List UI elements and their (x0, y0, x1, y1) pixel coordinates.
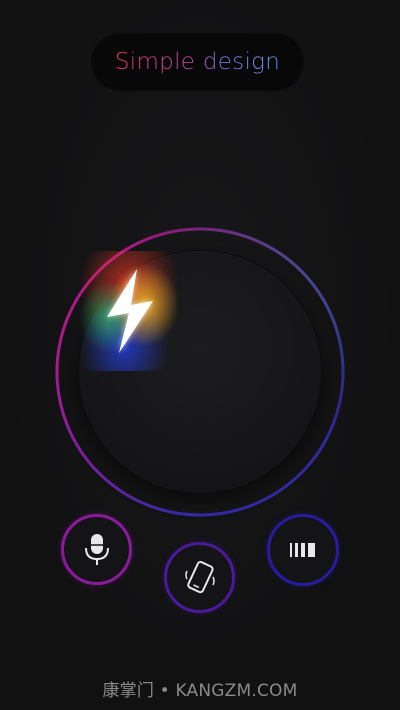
lightning-bolt-icon (79, 251, 179, 371)
strobe-bars-icon (290, 543, 315, 557)
microphone-button[interactable] (61, 514, 132, 585)
microphone-icon (84, 533, 109, 565)
flashlight-screen: Simple design 康掌门 • KANGZM.COM (0, 0, 400, 710)
phone-shake-icon (184, 560, 215, 593)
strobe-button[interactable] (267, 514, 339, 586)
power-button[interactable] (55, 227, 345, 517)
watermark-text: 康掌门 • KANGZM.COM (102, 681, 298, 701)
app-title: Simple design (114, 49, 281, 75)
title-pill: Simple design (91, 33, 304, 91)
power-disc[interactable] (79, 251, 321, 493)
shake-button[interactable] (164, 542, 235, 613)
